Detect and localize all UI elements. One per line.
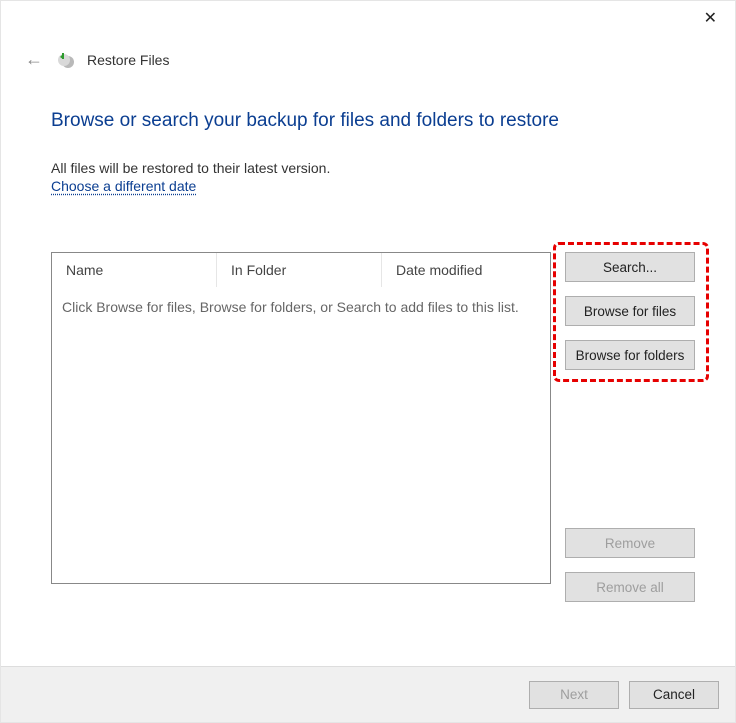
back-arrow-icon[interactable]: ← xyxy=(23,49,45,70)
dialog-footer: Next Cancel xyxy=(1,666,735,722)
column-name[interactable]: Name xyxy=(52,253,217,287)
search-button[interactable]: Search... xyxy=(565,252,695,282)
choose-date-link[interactable]: Choose a different date xyxy=(51,178,196,194)
cancel-button[interactable]: Cancel xyxy=(629,681,719,709)
close-icon[interactable]: ✕ xyxy=(704,11,717,27)
page-heading: Browse or search your backup for files a… xyxy=(51,110,705,132)
remove-button: Remove xyxy=(565,528,695,558)
column-in-folder[interactable]: In Folder xyxy=(217,253,382,287)
next-button: Next xyxy=(529,681,619,709)
browse-folders-button[interactable]: Browse for folders xyxy=(565,340,695,370)
remove-all-button: Remove all xyxy=(565,572,695,602)
list-placeholder-text: Click Browse for files, Browse for folde… xyxy=(52,287,550,327)
window-title: Restore Files xyxy=(87,52,169,68)
file-list: Name In Folder Date modified Click Brows… xyxy=(51,252,551,584)
browse-files-button[interactable]: Browse for files xyxy=(565,296,695,326)
restore-version-text: All files will be restored to their late… xyxy=(51,160,705,176)
list-header: Name In Folder Date modified xyxy=(52,253,550,287)
column-date-modified[interactable]: Date modified xyxy=(382,253,550,287)
restore-files-icon xyxy=(57,51,75,69)
